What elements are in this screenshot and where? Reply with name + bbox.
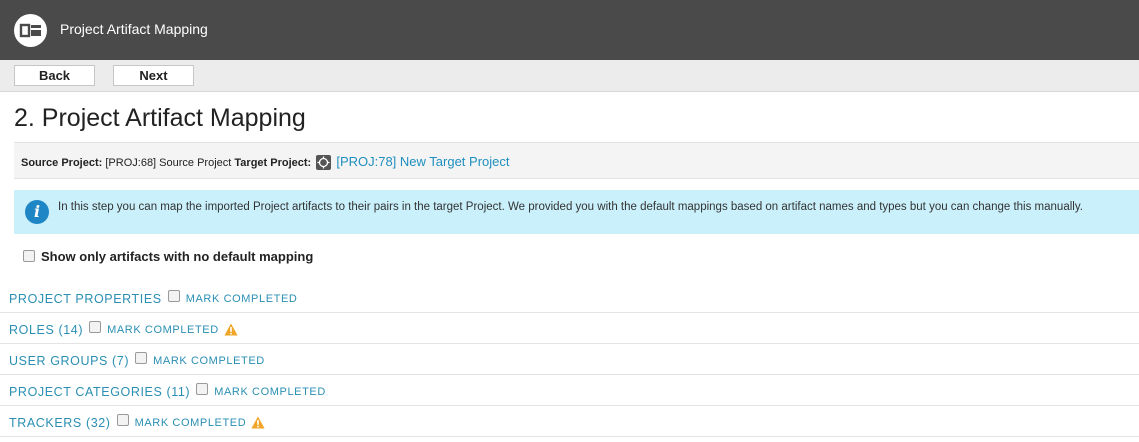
app-title: Project Artifact Mapping [60,21,208,37]
mark-completed-checkbox[interactable] [89,321,102,333]
target-project-label: Target Project: [234,157,312,169]
mark-completed-checkbox[interactable] [135,352,148,364]
info-icon: i [25,200,49,224]
source-project-value: [PROJ:68] Source Project [105,157,232,169]
top-bar: Project Artifact Mapping [0,0,1139,60]
no-default-mapping-label: Show only artifacts with no default mapp… [41,249,314,264]
artifact-sections: PROJECT PROPERTIES MARK COMPLETED ROLES (… [0,282,1139,437]
section-row-project-categories: PROJECT CATEGORIES (11) MARK COMPLETED [0,375,1139,406]
no-default-mapping-checkbox[interactable] [23,250,35,262]
source-project-label: Source Project: [21,157,103,169]
section-title-roles[interactable]: ROLES (14) [9,323,83,337]
page-title: 2. Project Artifact Mapping [14,104,306,132]
section-title-trackers[interactable]: TRACKERS (32) [9,416,111,430]
target-project-link[interactable]: [PROJ:78] New Target Project [336,154,509,169]
section-row-user-groups: USER GROUPS (7) MARK COMPLETED [0,344,1139,375]
mark-completed-label[interactable]: MARK COMPLETED [107,324,219,336]
section-title-project-categories[interactable]: PROJECT CATEGORIES (11) [9,385,190,399]
warning-icon [251,416,265,434]
mark-completed-checkbox[interactable] [196,383,209,395]
back-button[interactable]: Back [14,65,95,86]
warning-icon [224,323,238,341]
section-row-roles: ROLES (14) MARK COMPLETED [0,313,1139,344]
wizard-toolbar: Back Next [0,60,1139,92]
info-message: i In this step you can map the imported … [14,190,1139,234]
mark-completed-label[interactable]: MARK COMPLETED [214,386,326,398]
section-row-project-properties: PROJECT PROPERTIES MARK COMPLETED [0,282,1139,313]
app-logo-icon[interactable] [14,14,47,47]
no-default-mapping-filter[interactable]: Show only artifacts with no default mapp… [23,249,313,264]
mark-completed-label[interactable]: MARK COMPLETED [135,417,247,429]
mark-completed-checkbox[interactable] [116,414,129,426]
info-text: In this step you can map the imported Pr… [58,201,1083,213]
target-project-icon [316,155,332,170]
section-title-project-properties[interactable]: PROJECT PROPERTIES [9,292,162,306]
project-info-bar: Source Project: [PROJ:68] Source Project… [14,142,1139,179]
section-title-user-groups[interactable]: USER GROUPS (7) [9,354,129,368]
section-row-trackers: TRACKERS (32) MARK COMPLETED [0,406,1139,437]
mark-completed-label[interactable]: MARK COMPLETED [153,355,265,367]
mark-completed-label[interactable]: MARK COMPLETED [186,293,298,305]
mark-completed-checkbox[interactable] [167,290,180,302]
next-button[interactable]: Next [113,65,194,86]
